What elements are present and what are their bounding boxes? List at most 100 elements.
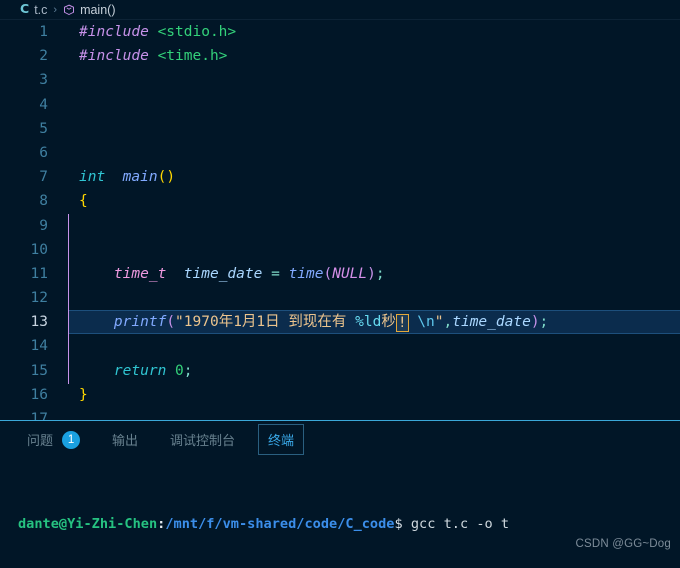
watermark: CSDN @GG~Dog xyxy=(575,538,671,550)
line-number: 2 xyxy=(39,48,48,65)
line-content[interactable]: #include <stdio.h> xyxy=(52,20,680,44)
line-content[interactable]: } xyxy=(52,383,680,407)
token-function-main: main xyxy=(122,169,158,186)
problems-count-badge: 1 xyxy=(62,430,81,449)
line-content[interactable] xyxy=(52,117,680,141)
code-editor[interactable]: 1 #include <stdio.h> 2 #include <time.h>… xyxy=(0,20,680,420)
line-number: 5 xyxy=(39,120,48,137)
token-brace-open: { xyxy=(79,193,88,210)
token-semicolon: ; xyxy=(539,314,549,331)
line-content[interactable]: #include <time.h> xyxy=(52,44,680,68)
token-paren-close: ) xyxy=(367,265,376,282)
code-line[interactable]: 9 xyxy=(0,214,680,238)
line-number: 1 xyxy=(39,24,48,40)
token-function-printf: printf xyxy=(113,314,167,331)
line-content[interactable]: time_t time_date = time(NULL); xyxy=(52,262,680,286)
line-number: 3 xyxy=(39,72,48,89)
code-line[interactable]: 1 #include <stdio.h> xyxy=(0,20,680,44)
token-comma: , xyxy=(443,314,453,331)
line-number: 8 xyxy=(39,193,48,210)
code-line[interactable]: 14 xyxy=(0,334,680,358)
tab-debug-console-label: 调试控制台 xyxy=(170,433,236,448)
tab-debug-console[interactable]: 调试控制台 xyxy=(161,424,244,455)
symbol-method-icon xyxy=(63,4,75,16)
code-line[interactable]: 11 time_t time_date = time(NULL); xyxy=(0,262,680,286)
code-line[interactable]: 4 xyxy=(0,93,680,117)
line-number: 4 xyxy=(39,96,48,113)
line-content[interactable] xyxy=(52,214,680,238)
token-variable-time-date: time_date xyxy=(452,314,531,331)
terminal-output[interactable]: dante@Yi-Zhi-Chen:/mnt/f/vm-shared/code/… xyxy=(0,458,680,568)
token-preprocessor: #include xyxy=(79,48,149,65)
token-function-time: time xyxy=(288,265,324,282)
code-line[interactable]: 12 xyxy=(0,286,680,310)
code-line[interactable]: 2 #include <time.h> xyxy=(0,44,680,68)
token-format-specifier: %ld xyxy=(355,314,382,331)
tab-output-label: 输出 xyxy=(112,433,139,448)
token-preprocessor: #include xyxy=(79,24,149,40)
token-keyword-int: int xyxy=(79,169,106,186)
line-number: 17 xyxy=(30,411,48,420)
token-escape-newline: \n xyxy=(417,314,435,331)
line-number: 13 xyxy=(30,314,48,331)
line-content[interactable] xyxy=(52,238,680,262)
breadcrumb-separator-icon: › xyxy=(53,3,58,16)
code-line[interactable]: 8 { xyxy=(0,189,680,213)
tab-output[interactable]: 输出 xyxy=(103,424,147,455)
token-type-time-t: time_t xyxy=(113,265,167,282)
line-number: 7 xyxy=(39,169,48,186)
prompt-user-host: dante@Yi-Zhi-Chen xyxy=(18,516,158,532)
code-line[interactable]: 16 } xyxy=(0,383,680,407)
panel-tab-bar: 问题 1 输出 调试控制台 终端 xyxy=(0,421,680,458)
line-content[interactable] xyxy=(52,407,680,420)
token-string-text: 1970年1月1日 到现在有 xyxy=(183,314,356,331)
code-line[interactable]: 10 xyxy=(0,238,680,262)
tab-problems-label: 问题 xyxy=(27,433,54,448)
line-number: 16 xyxy=(30,386,48,403)
tab-terminal[interactable]: 终端 xyxy=(258,424,305,455)
line-content[interactable] xyxy=(52,93,680,117)
line-number: 14 xyxy=(30,338,48,355)
token-keyword-return: return xyxy=(113,362,167,379)
code-line[interactable]: 5 xyxy=(0,117,680,141)
token-paren-open: ( xyxy=(323,265,333,282)
code-line[interactable]: 3 xyxy=(0,68,680,92)
line-number: 6 xyxy=(39,144,48,161)
token-semicolon: ; xyxy=(183,362,193,379)
line-content[interactable]: return 0; xyxy=(52,359,680,383)
terminal-line: dante@Yi-Zhi-Chen:/mnt/f/vm-shared/code/… xyxy=(18,513,680,536)
token-number-zero: 0 xyxy=(175,362,184,379)
token-paren-close: ) xyxy=(530,314,540,331)
indent-guide xyxy=(68,214,69,384)
token-header: <time.h> xyxy=(157,48,228,65)
line-number: 15 xyxy=(30,362,48,379)
line-content[interactable] xyxy=(52,68,680,92)
token-string-miao: 秒 xyxy=(381,314,396,331)
tab-problems[interactable]: 问题 1 xyxy=(18,424,89,455)
line-number: 12 xyxy=(30,290,48,307)
token-string-quote-open: " xyxy=(175,314,184,331)
code-line[interactable]: 6 xyxy=(0,141,680,165)
line-content[interactable] xyxy=(52,286,680,310)
code-line[interactable]: 7 int main() xyxy=(0,165,680,189)
token-header: <stdio.h> xyxy=(157,24,237,40)
vscode-window: C t.c › main() 1 #include <stdio.h> 2 #i… xyxy=(0,0,680,568)
breadcrumb-file-name[interactable]: t.c xyxy=(34,3,47,17)
token-string-quote-close: " xyxy=(434,314,444,331)
token-brace-close: } xyxy=(79,386,88,403)
line-content[interactable]: printf("1970年1月1日 到现在有 %ld秒! \n",time_da… xyxy=(52,310,680,334)
token-constant-null: NULL xyxy=(332,265,368,282)
code-line-active[interactable]: 13 printf("1970年1月1日 到现在有 %ld秒! \n",time… xyxy=(0,310,680,335)
breadcrumb-symbol-name[interactable]: main() xyxy=(80,3,115,17)
token-variable-time-date: time_date xyxy=(183,265,263,282)
breadcrumb: C t.c › main() xyxy=(0,0,680,19)
highlighted-character: ! xyxy=(395,314,409,333)
line-content[interactable] xyxy=(52,141,680,165)
prompt-dollar: $ xyxy=(394,516,403,532)
line-number: 10 xyxy=(30,241,48,258)
code-line[interactable]: 17 xyxy=(0,407,680,420)
code-line[interactable]: 15 return 0; xyxy=(0,359,680,383)
line-content[interactable]: int main() xyxy=(52,165,680,189)
line-content[interactable]: { xyxy=(52,189,680,213)
line-content[interactable] xyxy=(52,334,680,358)
